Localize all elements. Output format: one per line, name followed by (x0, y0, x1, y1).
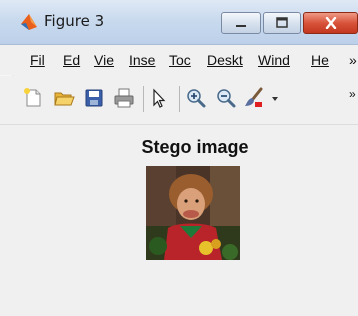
maximize-button[interactable] (263, 12, 301, 34)
menu-insert[interactable]: Inse (129, 52, 155, 68)
stego-image (146, 166, 240, 260)
menu-label: Inse (129, 52, 156, 68)
plot-title: Stego image (141, 137, 249, 157)
brush-icon[interactable] (243, 87, 265, 109)
close-icon (325, 17, 336, 29)
menu-desktop[interactable]: Deskt (207, 52, 243, 68)
menu-bar: Fil Ed Vie Inse Toc Deskt Wind He » (0, 45, 358, 75)
toolbar-separator (143, 86, 144, 112)
menu-label: Wind (258, 52, 290, 68)
menu-label: Fil (30, 52, 45, 68)
new-figure-icon[interactable] (22, 87, 44, 109)
menu-tools[interactable]: Toc (169, 52, 191, 68)
menu-label: He (311, 52, 329, 68)
open-file-icon[interactable] (53, 87, 75, 109)
brush-dropdown-arrow-icon[interactable] (271, 96, 279, 102)
zoom-in-icon[interactable] (185, 87, 207, 109)
menu-view[interactable]: Vie (94, 52, 114, 68)
save-icon[interactable] (83, 87, 105, 109)
menu-label: Deskt (207, 52, 243, 68)
maximize-icon (276, 17, 288, 28)
matlab-icon (21, 14, 37, 30)
figure-canvas: Stego image (0, 125, 358, 316)
figure-window: Figure 3 Fil Ed Vie Inse Toc Deskt Wind … (0, 0, 358, 316)
menu-overflow-chevron[interactable]: » (349, 52, 357, 68)
minimize-icon (236, 25, 246, 27)
print-icon[interactable] (113, 87, 135, 109)
menu-help[interactable]: He (311, 52, 329, 68)
menu-window[interactable]: Wind (258, 52, 290, 68)
toolbar-overflow-chevron[interactable]: » (349, 87, 356, 101)
minimize-button[interactable] (221, 12, 261, 34)
close-button[interactable] (303, 12, 358, 34)
menu-edit[interactable]: Ed (63, 52, 80, 68)
toolbar-separator (179, 86, 180, 112)
title-bar[interactable]: Figure 3 (0, 0, 358, 45)
pointer-icon[interactable] (148, 87, 170, 109)
menu-label: Ed (63, 52, 81, 68)
menu-file[interactable]: Fil (30, 52, 45, 68)
stego-image-picture (146, 166, 240, 260)
figure-toolbar: » (0, 76, 358, 125)
menu-label: Vie (94, 52, 114, 68)
menu-label: Toc (169, 52, 191, 68)
zoom-out-icon[interactable] (215, 87, 237, 109)
window-title: Figure 3 (44, 12, 105, 30)
